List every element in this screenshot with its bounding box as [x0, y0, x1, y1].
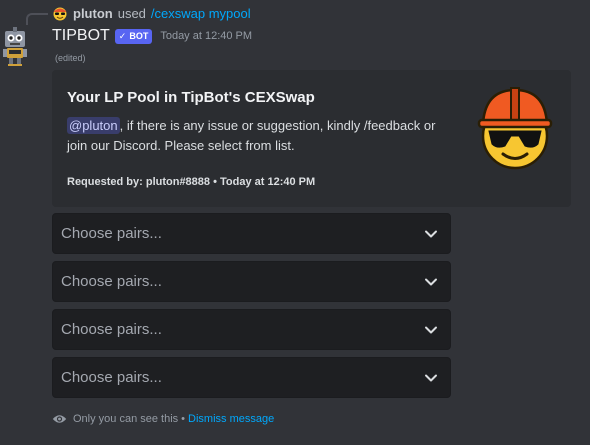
- reply-username[interactable]: pluton: [73, 6, 113, 21]
- chevron-down-icon: [425, 278, 437, 286]
- choose-pairs-select-2[interactable]: Choose pairs...: [52, 261, 451, 302]
- chevron-down-icon: [425, 374, 437, 382]
- embed-description: @pluton, if there is any issue or sugges…: [67, 116, 447, 156]
- choose-pairs-select-1[interactable]: Choose pairs...: [52, 213, 451, 254]
- embed-card: Your LP Pool in TipBot's CEXSwap @pluton…: [52, 70, 571, 207]
- reply-command[interactable]: /cexswap mypool: [151, 6, 251, 21]
- ephemeral-separator: •: [181, 413, 186, 425]
- eye-icon: [52, 415, 67, 423]
- embed-description-text: , if there is any issue or suggestion, k…: [67, 118, 436, 153]
- reply-context[interactable]: pluton used /cexswap mypool: [52, 5, 251, 21]
- robot-avatar-icon[interactable]: [0, 27, 30, 69]
- emoji-avatar-icon: [53, 7, 67, 21]
- choose-pairs-select-4[interactable]: Choose pairs...: [52, 357, 451, 398]
- select-placeholder: Choose pairs...: [61, 369, 162, 386]
- verified-check-icon: ✓: [118, 30, 127, 41]
- select-placeholder: Choose pairs...: [61, 321, 162, 338]
- embed-title: Your LP Pool in TipBot's CEXSwap: [67, 89, 315, 106]
- message-header: TIPBOT ✓ BOT Today at 12:40 PM: [52, 26, 252, 46]
- reply-used-text: used: [117, 5, 146, 21]
- dismiss-message-link[interactable]: Dismiss message: [188, 413, 274, 425]
- bot-tag: ✓ BOT: [114, 28, 153, 44]
- reply-connector: [26, 13, 48, 25]
- ephemeral-text: Only you can see this: [73, 413, 179, 425]
- choose-pairs-select-3[interactable]: Choose pairs...: [52, 309, 451, 350]
- select-placeholder: Choose pairs...: [61, 225, 162, 242]
- construction-emoji-icon: [477, 87, 553, 170]
- author-name[interactable]: TIPBOT: [52, 27, 110, 45]
- select-placeholder: Choose pairs...: [61, 273, 162, 290]
- message-timestamp[interactable]: Today at 12:40 PM: [160, 30, 252, 42]
- ephemeral-notice: Only you can see this • Dismiss message: [52, 411, 274, 427]
- user-mention[interactable]: @pluton: [67, 117, 120, 134]
- edited-label: (edited): [55, 53, 86, 63]
- chevron-down-icon: [425, 326, 437, 334]
- bot-tag-label: BOT: [129, 31, 149, 41]
- embed-footer: Requested by: pluton#8888 • Today at 12:…: [67, 176, 316, 188]
- chevron-down-icon: [425, 230, 437, 238]
